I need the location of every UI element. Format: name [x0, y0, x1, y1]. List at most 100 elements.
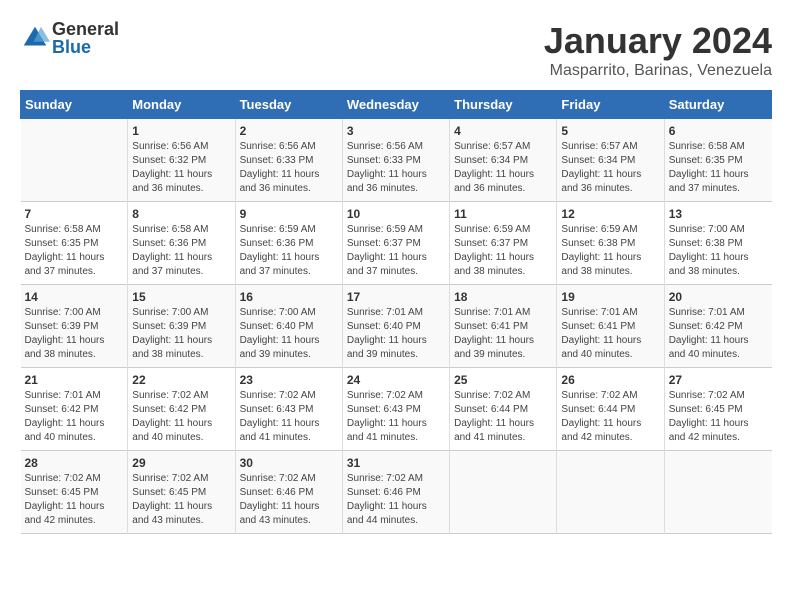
- calendar-cell: 11 Sunrise: 6:59 AMSunset: 6:37 PMDayligh…: [450, 202, 557, 285]
- day-info: Sunrise: 7:01 AMSunset: 6:40 PMDaylight:…: [347, 306, 445, 362]
- header-friday: Friday: [557, 91, 664, 119]
- title-section: January 2024 Masparrito, Barinas, Venezu…: [544, 20, 772, 80]
- calendar-cell: [450, 451, 557, 534]
- day-info: Sunrise: 6:56 AMSunset: 6:33 PMDaylight:…: [347, 140, 445, 196]
- day-number: 11: [454, 207, 552, 221]
- calendar-cell: 12 Sunrise: 6:59 AMSunset: 6:38 PMDayligh…: [557, 202, 664, 285]
- calendar-cell: 22 Sunrise: 7:02 AMSunset: 6:42 PMDayligh…: [128, 368, 235, 451]
- day-info: Sunrise: 7:02 AMSunset: 6:42 PMDaylight:…: [132, 389, 230, 445]
- day-info: Sunrise: 7:01 AMSunset: 6:41 PMDaylight:…: [561, 306, 659, 362]
- calendar-cell: [21, 119, 128, 202]
- day-number: 12: [561, 207, 659, 221]
- calendar-table: SundayMondayTuesdayWednesdayThursdayFrid…: [20, 90, 772, 534]
- calendar-cell: 24Sunrise: 7:02 AMSunset: 6:43 PMDayligh…: [342, 368, 449, 451]
- day-info: Sunrise: 6:58 AMSunset: 6:35 PMDaylight:…: [669, 140, 768, 196]
- calendar-cell: 17 Sunrise: 7:01 AMSunset: 6:40 PMDayligh…: [342, 285, 449, 368]
- day-number: 20: [669, 290, 768, 304]
- day-info: Sunrise: 6:58 AMSunset: 6:35 PMDaylight:…: [25, 223, 124, 279]
- logo-blue: Blue: [52, 38, 119, 56]
- header-monday: Monday: [128, 91, 235, 119]
- day-number: 3: [347, 124, 445, 138]
- calendar-cell: 19Sunrise: 7:01 AMSunset: 6:41 PMDayligh…: [557, 285, 664, 368]
- calendar-cell: 9 Sunrise: 6:59 AMSunset: 6:36 PMDaylight…: [235, 202, 342, 285]
- logo-general: General: [52, 20, 119, 38]
- logo: General Blue: [20, 20, 119, 56]
- day-info: Sunrise: 7:01 AMSunset: 6:41 PMDaylight:…: [454, 306, 552, 362]
- calendar-cell: 23 Sunrise: 7:02 AMSunset: 6:43 PMDayligh…: [235, 368, 342, 451]
- calendar-cell: 21Sunrise: 7:01 AMSunset: 6:42 PMDayligh…: [21, 368, 128, 451]
- day-number: 9: [240, 207, 338, 221]
- day-number: 31: [347, 456, 445, 470]
- calendar-cell: [557, 451, 664, 534]
- day-info: Sunrise: 7:00 AMSunset: 6:40 PMDaylight:…: [240, 306, 338, 362]
- day-number: 25: [454, 373, 552, 387]
- calendar-title: January 2024: [544, 20, 772, 62]
- day-number: 7: [25, 207, 124, 221]
- day-info: Sunrise: 7:00 AMSunset: 6:38 PMDaylight:…: [669, 223, 768, 279]
- week-row-1: 1Sunrise: 6:56 AMSunset: 6:32 PMDaylight…: [21, 119, 772, 202]
- header-sunday: Sunday: [21, 91, 128, 119]
- day-number: 2: [240, 124, 338, 138]
- calendar-cell: 4Sunrise: 6:57 AMSunset: 6:34 PMDaylight…: [450, 119, 557, 202]
- calendar-cell: 15Sunrise: 7:00 AMSunset: 6:39 PMDayligh…: [128, 285, 235, 368]
- day-info: Sunrise: 6:56 AMSunset: 6:32 PMDaylight:…: [132, 140, 230, 196]
- header-saturday: Saturday: [664, 91, 771, 119]
- logo-icon: [20, 23, 50, 53]
- day-info: Sunrise: 7:00 AMSunset: 6:39 PMDaylight:…: [25, 306, 124, 362]
- calendar-cell: 30 Sunrise: 7:02 AMSunset: 6:46 PMDayligh…: [235, 451, 342, 534]
- calendar-subtitle: Masparrito, Barinas, Venezuela: [544, 62, 772, 80]
- day-number: 22: [132, 373, 230, 387]
- calendar-cell: 27Sunrise: 7:02 AMSunset: 6:45 PMDayligh…: [664, 368, 771, 451]
- day-number: 21: [25, 373, 124, 387]
- calendar-cell: 6 Sunrise: 6:58 AMSunset: 6:35 PMDaylight…: [664, 119, 771, 202]
- day-info: Sunrise: 7:02 AMSunset: 6:45 PMDaylight:…: [25, 472, 124, 528]
- day-info: Sunrise: 6:59 AMSunset: 6:38 PMDaylight:…: [561, 223, 659, 279]
- header-thursday: Thursday: [450, 91, 557, 119]
- day-info: Sunrise: 7:02 AMSunset: 6:46 PMDaylight:…: [240, 472, 338, 528]
- calendar-cell: 18 Sunrise: 7:01 AMSunset: 6:41 PMDayligh…: [450, 285, 557, 368]
- calendar-cell: 2 Sunrise: 6:56 AMSunset: 6:33 PMDaylight…: [235, 119, 342, 202]
- page-header: General Blue January 2024 Masparrito, Ba…: [20, 20, 772, 80]
- week-row-3: 14 Sunrise: 7:00 AMSunset: 6:39 PMDayligh…: [21, 285, 772, 368]
- calendar-cell: 14 Sunrise: 7:00 AMSunset: 6:39 PMDayligh…: [21, 285, 128, 368]
- calendar-cell: [664, 451, 771, 534]
- day-info: Sunrise: 6:58 AMSunset: 6:36 PMDaylight:…: [132, 223, 230, 279]
- day-info: Sunrise: 7:02 AMSunset: 6:43 PMDaylight:…: [347, 389, 445, 445]
- day-info: Sunrise: 7:02 AMSunset: 6:44 PMDaylight:…: [454, 389, 552, 445]
- day-number: 26: [561, 373, 659, 387]
- day-info: Sunrise: 7:02 AMSunset: 6:43 PMDaylight:…: [240, 389, 338, 445]
- day-number: 5: [561, 124, 659, 138]
- day-number: 6: [669, 124, 768, 138]
- week-row-4: 21Sunrise: 7:01 AMSunset: 6:42 PMDayligh…: [21, 368, 772, 451]
- week-row-5: 28 Sunrise: 7:02 AMSunset: 6:45 PMDayligh…: [21, 451, 772, 534]
- day-info: Sunrise: 6:59 AMSunset: 6:37 PMDaylight:…: [454, 223, 552, 279]
- day-number: 14: [25, 290, 124, 304]
- day-number: 17: [347, 290, 445, 304]
- day-info: Sunrise: 6:56 AMSunset: 6:33 PMDaylight:…: [240, 140, 338, 196]
- day-number: 16: [240, 290, 338, 304]
- week-row-2: 7 Sunrise: 6:58 AMSunset: 6:35 PMDaylight…: [21, 202, 772, 285]
- day-number: 29: [132, 456, 230, 470]
- logo-text: General Blue: [52, 20, 119, 56]
- day-number: 8: [132, 207, 230, 221]
- header-tuesday: Tuesday: [235, 91, 342, 119]
- day-number: 28: [25, 456, 124, 470]
- calendar-body: 1Sunrise: 6:56 AMSunset: 6:32 PMDaylight…: [21, 119, 772, 534]
- calendar-cell: 31Sunrise: 7:02 AMSunset: 6:46 PMDayligh…: [342, 451, 449, 534]
- day-info: Sunrise: 7:00 AMSunset: 6:39 PMDaylight:…: [132, 306, 230, 362]
- day-info: Sunrise: 7:02 AMSunset: 6:44 PMDaylight:…: [561, 389, 659, 445]
- day-number: 23: [240, 373, 338, 387]
- calendar-cell: 16 Sunrise: 7:00 AMSunset: 6:40 PMDayligh…: [235, 285, 342, 368]
- day-number: 18: [454, 290, 552, 304]
- day-info: Sunrise: 6:59 AMSunset: 6:36 PMDaylight:…: [240, 223, 338, 279]
- calendar-cell: 7 Sunrise: 6:58 AMSunset: 6:35 PMDaylight…: [21, 202, 128, 285]
- day-number: 30: [240, 456, 338, 470]
- calendar-cell: 29 Sunrise: 7:02 AMSunset: 6:45 PMDayligh…: [128, 451, 235, 534]
- calendar-cell: 20Sunrise: 7:01 AMSunset: 6:42 PMDayligh…: [664, 285, 771, 368]
- calendar-cell: 13Sunrise: 7:00 AMSunset: 6:38 PMDayligh…: [664, 202, 771, 285]
- day-info: Sunrise: 6:59 AMSunset: 6:37 PMDaylight:…: [347, 223, 445, 279]
- calendar-cell: 10Sunrise: 6:59 AMSunset: 6:37 PMDayligh…: [342, 202, 449, 285]
- day-info: Sunrise: 7:02 AMSunset: 6:45 PMDaylight:…: [132, 472, 230, 528]
- header-wednesday: Wednesday: [342, 91, 449, 119]
- day-number: 4: [454, 124, 552, 138]
